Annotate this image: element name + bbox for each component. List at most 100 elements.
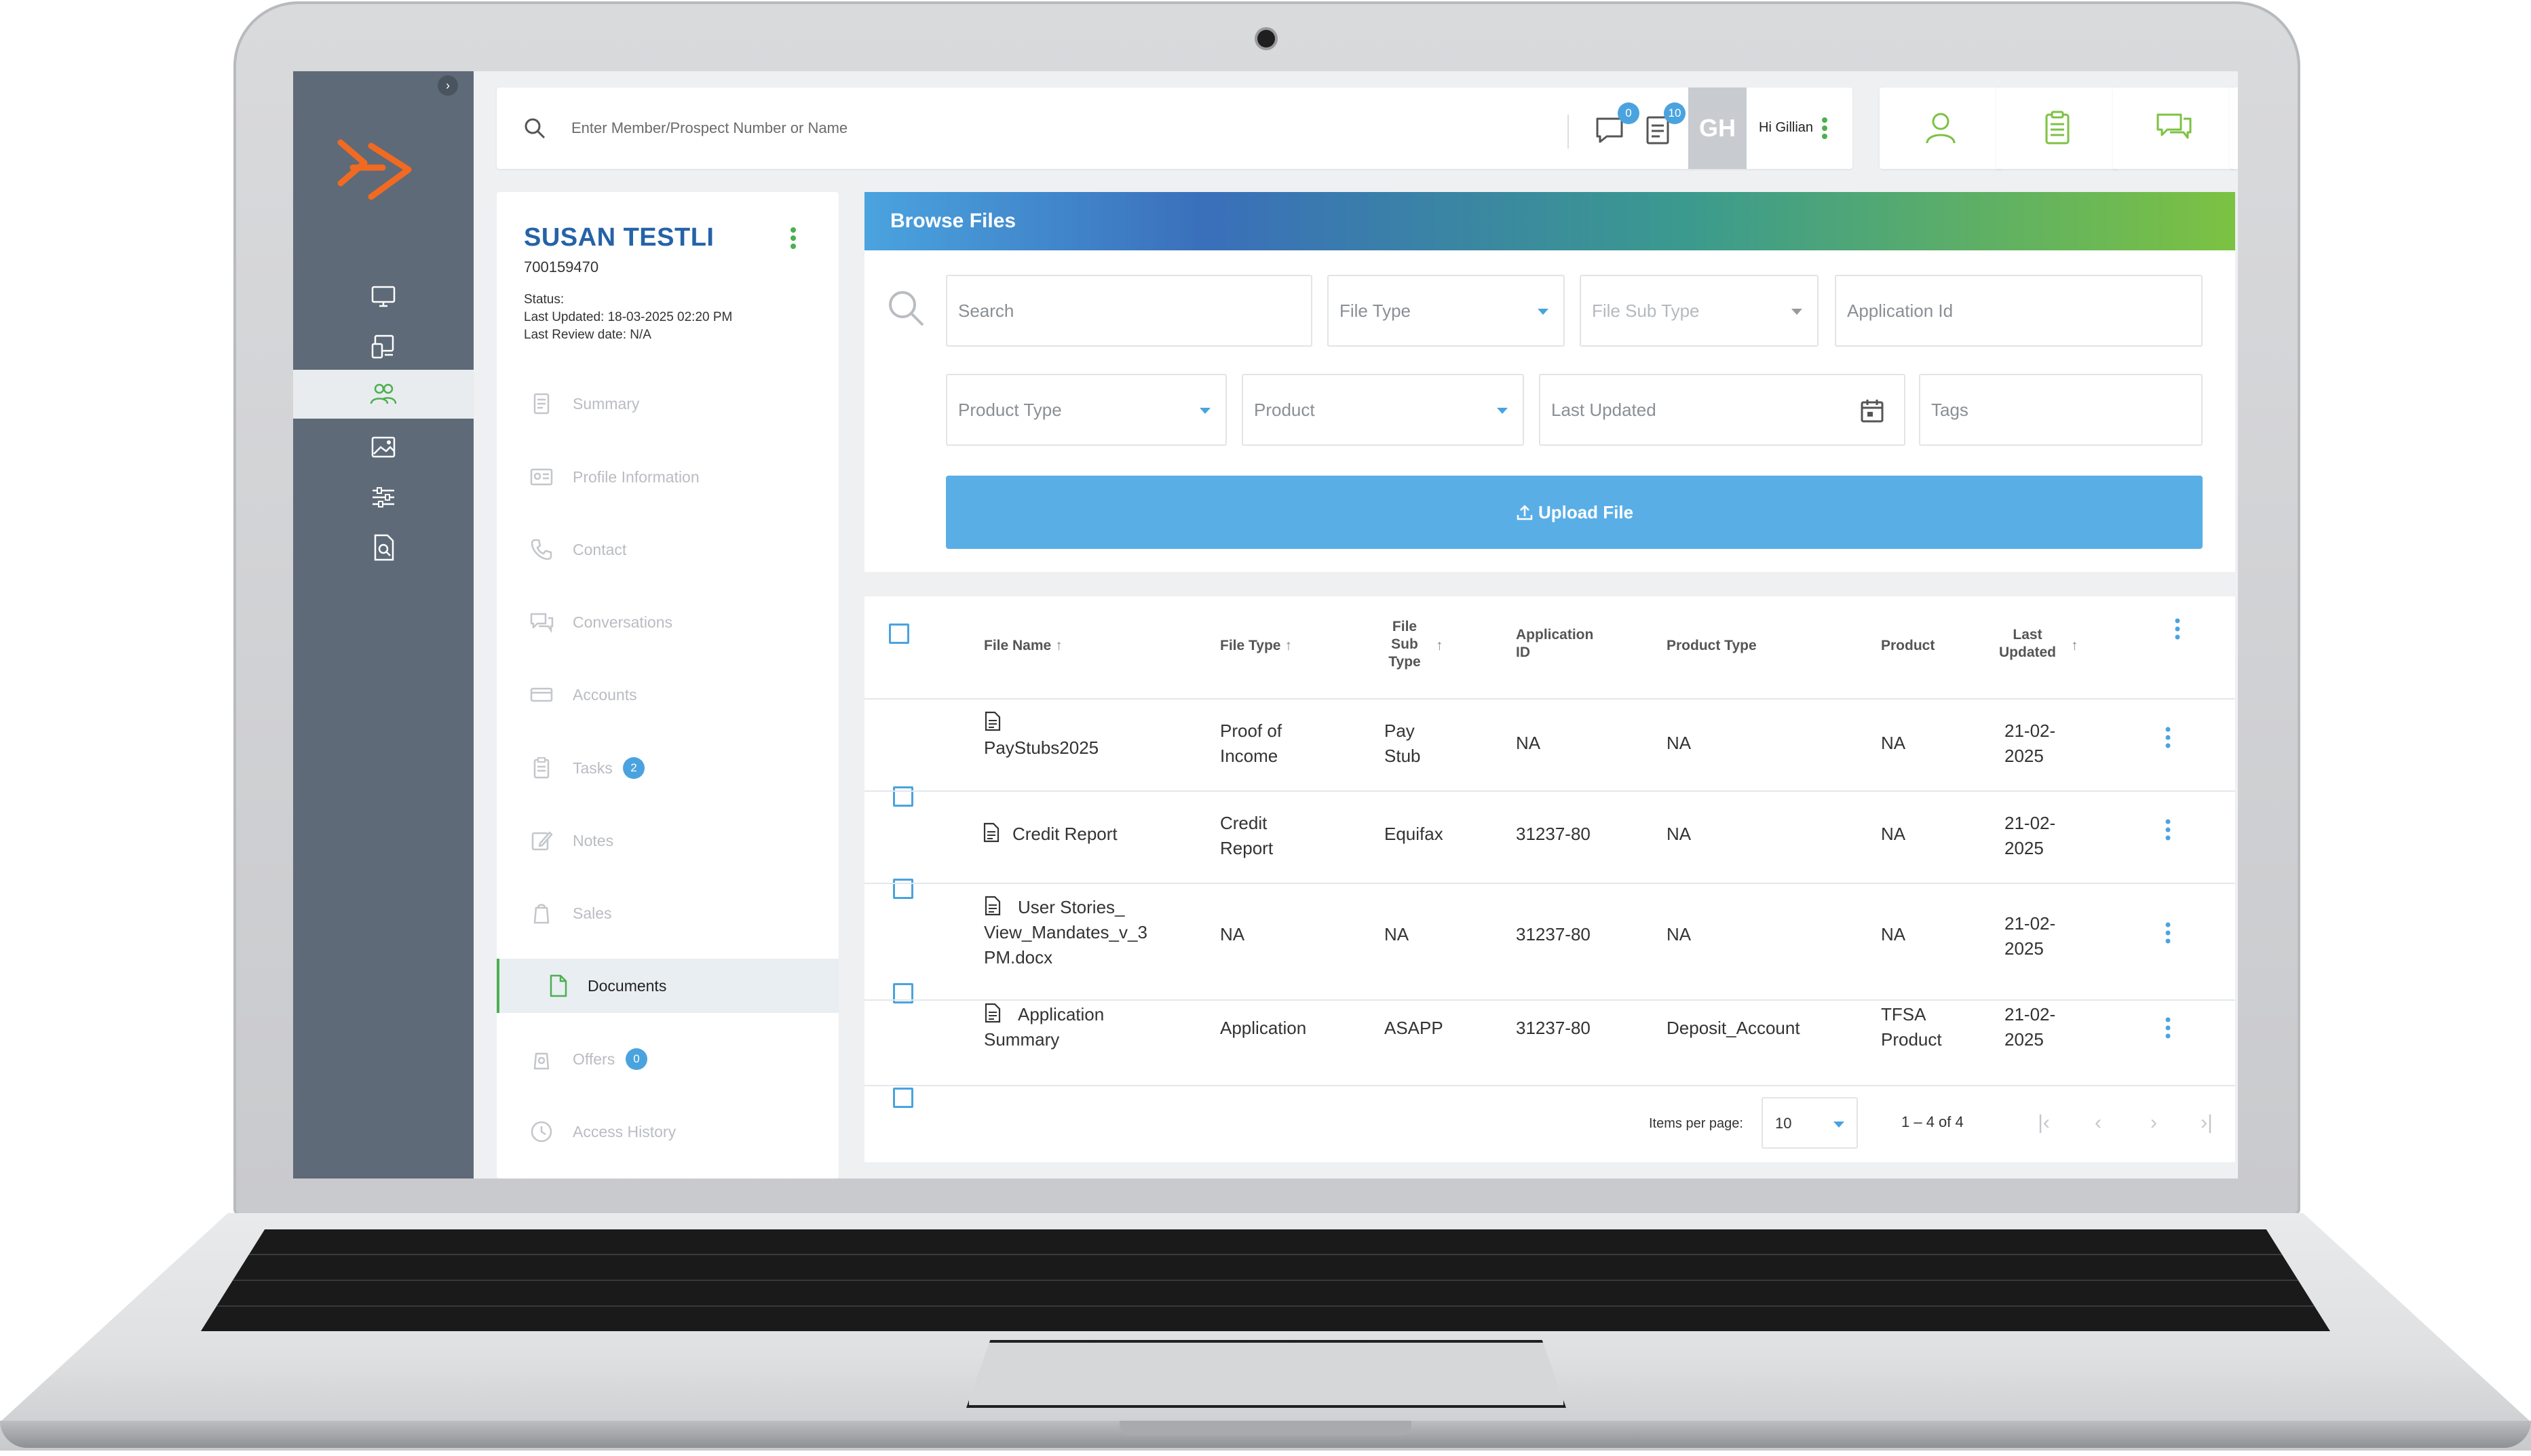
menu-item-access-history[interactable]: Access History: [497, 1105, 839, 1159]
avatar[interactable]: GH: [1688, 88, 1747, 169]
row-actions-icon[interactable]: [2165, 1016, 2171, 1040]
expand-nav-button[interactable]: ›: [438, 75, 458, 96]
row-checkbox[interactable]: [893, 786, 913, 807]
quick-action-profile[interactable]: [1880, 88, 2002, 169]
last-page-button[interactable]: ›|: [2194, 1111, 2219, 1135]
nav-item-members[interactable]: [293, 370, 474, 419]
files-table: File Name ↑ File Type ↑ File Sub Type ↑ Ap…: [864, 596, 2235, 1162]
tags-input[interactable]: Tags: [1919, 374, 2203, 446]
devices-icon: [371, 334, 394, 359]
file-type-cell: Application: [1220, 1018, 1307, 1038]
document-search-icon: [374, 534, 394, 561]
sort-arrow-icon[interactable]: ↑: [2071, 637, 2078, 655]
column-product-type[interactable]: Product Type: [1667, 637, 1757, 655]
nav-item-dashboard[interactable]: [293, 272, 474, 321]
application-id-cell: 31237-80: [1516, 924, 1591, 944]
member-menu-icon[interactable]: [788, 225, 798, 252]
next-page-button[interactable]: ›: [2142, 1111, 2166, 1135]
product-cell: NA: [1881, 824, 1906, 844]
table-options-icon[interactable]: [2174, 617, 2181, 641]
file-search-input[interactable]: Search: [946, 275, 1312, 347]
column-file-type[interactable]: File Type ↑: [1220, 637, 1292, 655]
offers-icon: [533, 1052, 550, 1070]
file-name-cell[interactable]: Credit Report: [983, 822, 1118, 847]
topbar-divider: [1567, 115, 1569, 149]
monitor-icon: [371, 286, 396, 307]
conversations-icon: [530, 613, 554, 634]
user-icon: [1926, 113, 1956, 144]
product-type-cell: Deposit_Account: [1667, 1018, 1800, 1038]
menu-item-contact[interactable]: Contact: [497, 522, 839, 577]
previous-page-button[interactable]: ‹: [2086, 1111, 2110, 1135]
product-type-cell: NA: [1667, 824, 1692, 844]
upload-file-button[interactable]: Upload File: [946, 476, 2203, 549]
menu-item-label: Conversations: [573, 613, 673, 631]
file-type-select[interactable]: File Type: [1327, 275, 1565, 347]
nav-item-reports[interactable]: [293, 523, 474, 572]
chevron-down-icon: [1538, 309, 1548, 315]
file-name-cell[interactable]: PayStubs2025: [984, 710, 1099, 761]
column-application-id[interactable]: Application ID: [1516, 626, 1593, 662]
menu-item-documents[interactable]: Documents: [497, 959, 839, 1013]
menu-item-label: Contact: [573, 540, 627, 558]
menu-item-sales[interactable]: Sales: [497, 886, 839, 940]
row-actions-icon[interactable]: [2165, 725, 2171, 750]
chat-icon: [2156, 113, 2192, 139]
file-name-cell[interactable]: User Stories_ View_Mandates_v_3 PM.docx: [984, 895, 1147, 970]
member-last-review: Last Review date: N/A: [524, 328, 651, 342]
menu-item-conversations[interactable]: Conversations: [497, 595, 839, 649]
menu-item-notes[interactable]: Notes: [497, 813, 839, 868]
row-checkbox[interactable]: [893, 1088, 913, 1108]
product-select[interactable]: Product: [1242, 374, 1524, 446]
last-updated-datepicker[interactable]: Last Updated: [1539, 374, 1905, 446]
quick-action-more[interactable]: [2230, 88, 2238, 169]
row-checkbox[interactable]: [893, 879, 913, 899]
first-page-button[interactable]: |‹: [2032, 1111, 2056, 1135]
column-product[interactable]: Product: [1881, 637, 1935, 655]
file-type-cell: Credit Report: [1220, 813, 1274, 858]
file-name-cell[interactable]: Application Summary: [984, 1002, 1104, 1052]
row-actions-icon[interactable]: [2165, 921, 2171, 945]
nav-item-devices[interactable]: [293, 322, 474, 371]
row-actions-icon[interactable]: [2165, 818, 2171, 842]
items-per-page-select[interactable]: 10: [1762, 1097, 1858, 1149]
sales-icon: [533, 904, 550, 924]
column-file-sub-type[interactable]: File Sub Type: [1384, 618, 1425, 671]
menu-item-label: Offers: [573, 1050, 615, 1068]
member-number: 700159470: [524, 258, 599, 275]
column-last-updated[interactable]: Last Updated: [1999, 626, 2056, 662]
menu-item-profile[interactable]: Profile Information: [497, 450, 839, 504]
browse-files-title: Browse Files: [864, 192, 2235, 250]
menu-item-label: Summary: [573, 394, 640, 413]
quick-action-chat[interactable]: [2113, 88, 2235, 169]
quick-action-tasks[interactable]: [1996, 88, 2118, 169]
member-search-input[interactable]: [571, 108, 1508, 149]
chevron-down-icon: [1200, 408, 1211, 414]
product-type-select[interactable]: Product Type: [946, 374, 1227, 446]
last-updated-cell: 21-02- 2025: [2004, 721, 2056, 766]
menu-item-summary[interactable]: Summary: [497, 377, 839, 431]
calendar-icon[interactable]: [1859, 397, 1885, 424]
select-all-checkbox[interactable]: [889, 624, 909, 644]
column-file-name[interactable]: File Name ↑: [984, 637, 1063, 655]
summary-icon: [533, 393, 550, 415]
application-id-input[interactable]: Application Id: [1835, 275, 2203, 347]
upload-icon: [1517, 505, 1533, 520]
menu-item-accounts[interactable]: Accounts: [497, 668, 839, 722]
sort-arrow-icon[interactable]: ↑: [1436, 637, 1443, 655]
trackpad: [966, 1340, 1566, 1408]
sort-arrow-icon[interactable]: ↑: [1055, 638, 1063, 653]
brand-logo: [337, 139, 412, 200]
nav-item-settings[interactable]: [293, 473, 474, 522]
menu-item-offers[interactable]: Offers 0: [497, 1032, 839, 1086]
file-sub-type-select[interactable]: File Sub Type: [1580, 275, 1819, 347]
chevron-down-icon: [1833, 1122, 1844, 1128]
user-menu-icon[interactable]: [1820, 115, 1829, 142]
file-type-cell: Proof of Income: [1220, 721, 1282, 766]
nav-item-media[interactable]: [293, 423, 474, 472]
sort-arrow-icon[interactable]: ↑: [1284, 638, 1292, 653]
sliders-icon: [373, 487, 394, 507]
menu-item-tasks[interactable]: Tasks 2: [497, 741, 839, 795]
browse-files-card: Browse Files Search File Type File Sub T…: [864, 192, 2235, 572]
profile-icon: [530, 468, 553, 486]
